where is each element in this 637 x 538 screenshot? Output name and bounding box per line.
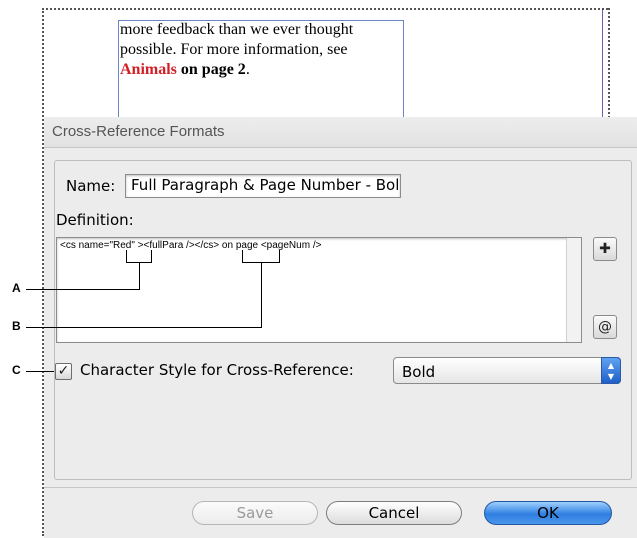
save-button[interactable]: Save [192, 501, 318, 525]
character-style-checkbox[interactable]: ✓ [55, 363, 72, 380]
callout-line-b-vertical [261, 262, 262, 328]
name-label: Name: [66, 177, 116, 195]
document-line-2: possible. For more information, see [120, 41, 348, 58]
document-period: . [245, 61, 250, 78]
callout-bracket-a [126, 262, 152, 263]
page-guide-top [42, 8, 608, 10]
special-character-icon[interactable]: @ [593, 315, 617, 339]
cancel-button[interactable]: Cancel [326, 501, 462, 525]
character-style-label: Character Style for Cross-Reference: [80, 361, 354, 379]
column-guide [602, 10, 603, 117]
callout-bracket-b-right [279, 250, 280, 263]
document-text: more feedback than we ever thought possi… [120, 20, 410, 80]
dialog-titlebar[interactable]: Cross-Reference Formats [44, 117, 637, 148]
character-style-value: Bold [402, 363, 436, 381]
callout-bracket-b-left [242, 250, 243, 263]
callout-line-a [26, 289, 140, 290]
callout-bracket-a-left [126, 250, 127, 263]
ok-button[interactable]: OK [484, 501, 612, 525]
definition-text: <cs name="Red" ><fullPara /></cs> on pag… [60, 240, 322, 251]
document-line-1: more feedback than we ever thought [120, 21, 354, 38]
name-field[interactable]: Full Paragraph & Page Number - Bold [125, 174, 401, 198]
chevron-up-down-icon: ▲ ▼ [601, 357, 621, 384]
callout-line-a-vertical [139, 262, 140, 290]
cross-reference-page: on page 2 [180, 61, 246, 78]
callout-label-c: C [12, 363, 21, 377]
dialog-title: Cross-Reference Formats [52, 123, 225, 140]
callout-line-b [26, 327, 262, 328]
page-guide-right [608, 8, 610, 118]
callout-label-a: A [12, 281, 21, 295]
building-block-icon[interactable]: ✚ [593, 237, 617, 261]
definition-label: Definition: [56, 211, 134, 229]
callout-bracket-b [242, 262, 280, 263]
document-line-3: Animals on page 2. [120, 60, 410, 80]
button-separator [44, 487, 637, 488]
definition-scrollbar[interactable] [566, 238, 581, 342]
callout-line-c [26, 371, 54, 372]
character-style-select[interactable]: Bold ▲ ▼ [393, 357, 621, 384]
callout-label-b: B [12, 319, 21, 333]
callout-bracket-a-right [151, 250, 152, 263]
cross-reference-link[interactable]: Animals [120, 61, 177, 78]
